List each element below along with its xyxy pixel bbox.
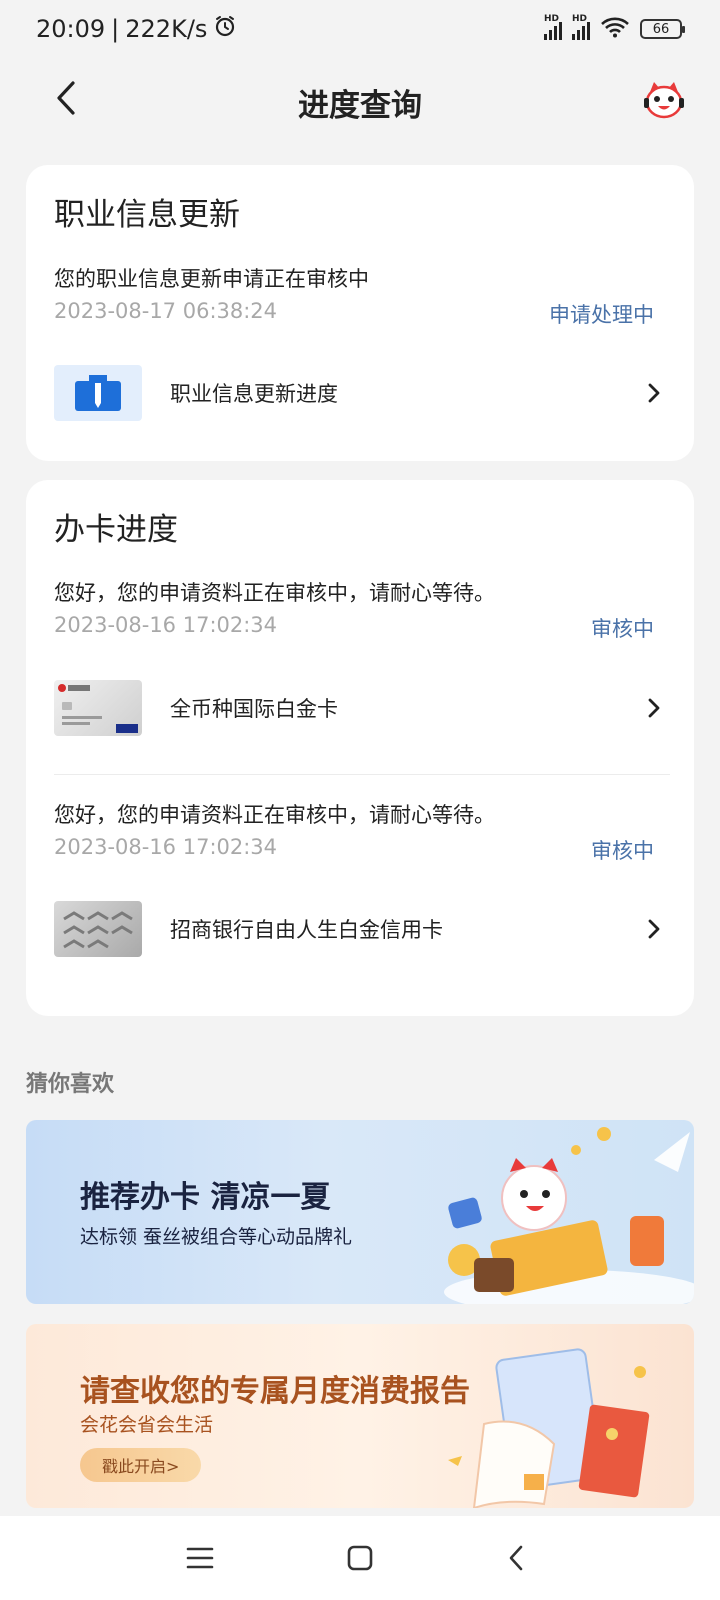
mascot-icon xyxy=(644,82,684,119)
chevron-right-icon xyxy=(642,917,666,941)
menu-icon xyxy=(186,1547,214,1569)
freedom-card-image xyxy=(54,901,142,957)
status-separator: | xyxy=(111,15,120,43)
chevron-left-icon xyxy=(509,1545,523,1571)
status-badge: 审核中 xyxy=(591,617,654,641)
status-right: HD HD 66 xyxy=(544,14,685,42)
alarm-icon xyxy=(213,14,237,44)
back-nav-button[interactable] xyxy=(496,1538,536,1578)
occupation-update-card: 职业信息更新 您的职业信息更新申请正在审核中 2023-08-17 06:38:… xyxy=(26,165,694,461)
status-badge: 审核中 xyxy=(591,839,654,863)
card-progress-card: 办卡进度 您好，您的申请资料正在审核中，请耐心等待。 2023-08-16 17… xyxy=(26,480,694,1016)
banner-title: 请查收您的专属月度消费报告 xyxy=(80,1374,470,1409)
banner-title: 推荐办卡 清凉一夏 xyxy=(80,1180,331,1215)
signal-icon: HD xyxy=(572,14,590,40)
occupation-progress-row[interactable]: 职业信息更新进度 xyxy=(54,365,666,421)
recommend-card-banner[interactable]: 推荐办卡 清凉一夏 达标领 蚕丝被组合等心动品牌礼 xyxy=(26,1120,694,1304)
nav-bar: 进度查询 xyxy=(0,62,720,138)
platinum-card-image xyxy=(54,680,142,736)
status-message: 您的职业信息更新申请正在审核中 xyxy=(54,267,369,291)
report-illustration xyxy=(448,1348,650,1508)
open-report-button[interactable]: 戳此开启> xyxy=(80,1448,202,1482)
section-title: 猜你喜欢 xyxy=(26,1072,115,1097)
timestamp: 2023-08-16 17:02:34 xyxy=(54,835,278,859)
status-badge: 申请处理中 xyxy=(549,303,654,327)
banner-subtitle: 达标领 蚕丝被组合等心动品牌礼 xyxy=(80,1226,353,1248)
card-name: 全币种国际白金卡 xyxy=(170,697,338,721)
system-nav-bar xyxy=(0,1516,720,1600)
home-square-icon xyxy=(347,1545,373,1571)
page-title: 进度查询 xyxy=(298,88,422,124)
timestamp: 2023-08-16 17:02:34 xyxy=(54,613,278,637)
status-message: 您好，您的申请资料正在审核中，请耐心等待。 xyxy=(54,581,495,605)
briefcase-icon xyxy=(54,365,142,421)
mascot-assistant-button[interactable] xyxy=(642,78,686,122)
status-time: 20:09 xyxy=(36,15,106,43)
timestamp: 2023-08-17 06:38:24 xyxy=(54,299,278,323)
item-label: 职业信息更新进度 xyxy=(170,382,338,406)
wifi-icon xyxy=(600,16,630,42)
card-title: 办卡进度 xyxy=(54,512,178,548)
banner-subtitle: 会花会省会生活 xyxy=(80,1414,214,1436)
status-bar: 20:09 | 222K/s HD HD 66 xyxy=(0,0,720,62)
monthly-report-banner[interactable]: 请查收您的专属月度消费报告 会花会省会生活 戳此开启> xyxy=(26,1324,694,1508)
card-application-row[interactable]: 全币种国际白金卡 xyxy=(54,680,666,736)
signal-icon: HD xyxy=(544,14,562,40)
divider xyxy=(54,774,670,775)
chevron-right-icon xyxy=(642,696,666,720)
mascot-illustration xyxy=(444,1127,694,1304)
status-left: 20:09 | 222K/s xyxy=(36,14,237,44)
card-application-row[interactable]: 招商银行自由人生白金信用卡 xyxy=(54,901,666,957)
battery-icon: 66 xyxy=(640,19,685,39)
card-name: 招商银行自由人生白金信用卡 xyxy=(170,918,443,942)
menu-nav-button[interactable] xyxy=(180,1538,220,1578)
home-nav-button[interactable] xyxy=(340,1538,380,1578)
network-speed: 222K/s xyxy=(125,15,208,43)
chevron-right-icon xyxy=(642,381,666,405)
card-title: 职业信息更新 xyxy=(54,197,240,233)
status-message: 您好，您的申请资料正在审核中，请耐心等待。 xyxy=(54,803,495,827)
